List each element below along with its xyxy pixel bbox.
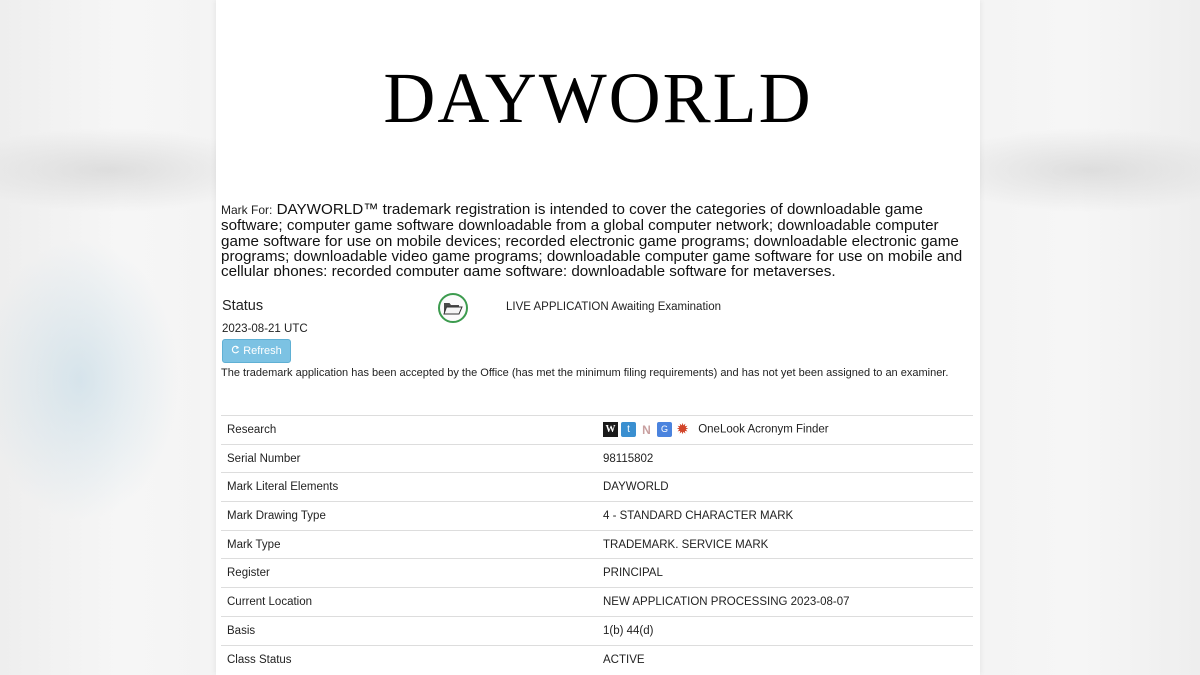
row-value: DAYWORLD: [597, 472, 973, 502]
table-row-research: Research W t N G ✹ OneLook Acronym Finde…: [221, 415, 973, 445]
open-folder-icon: [438, 293, 468, 323]
netflix-icon[interactable]: N: [639, 422, 654, 437]
status-text: LIVE APPLICATION Awaiting Examination: [506, 301, 721, 313]
row-key: Register: [221, 558, 597, 588]
status-description: The trademark application has been accep…: [221, 367, 949, 379]
row-value: 1(b) 44(d): [597, 615, 973, 645]
row-key: Current Location: [221, 587, 597, 617]
row-key: Basis: [221, 615, 597, 645]
status-label: Status: [222, 298, 264, 314]
row-value: W t N G ✹ OneLook Acronym Finder: [597, 415, 973, 445]
mark-for-label: Mark For:: [221, 203, 273, 217]
table-row: Serial Number 98115802: [221, 443, 973, 473]
row-key: Mark Drawing Type: [221, 501, 597, 531]
row-value: NEW APPLICATION PROCESSING 2023-08-07: [597, 587, 973, 617]
mark-image: DAYWORLD: [383, 58, 813, 138]
refresh-icon: [231, 345, 240, 357]
table-row: Mark Literal Elements DAYWORLD: [221, 472, 973, 502]
row-value: 4 - STANDARD CHARACTER MARK: [597, 501, 973, 531]
row-value: ACTIVE: [597, 644, 973, 674]
row-value: 98115802: [597, 443, 973, 473]
table-row: Basis 1(b) 44(d): [221, 615, 973, 645]
row-key: Research: [221, 415, 597, 445]
status-date: 2023-08-21 UTC: [222, 323, 308, 335]
details-table: Research W t N G ✹ OneLook Acronym Finde…: [221, 415, 973, 674]
table-row: Mark Drawing Type 4 - STANDARD CHARACTER…: [221, 501, 973, 531]
row-key: Mark Literal Elements: [221, 472, 597, 502]
star-icon[interactable]: ✹: [675, 422, 690, 437]
row-key: Class Status: [221, 644, 597, 674]
row-value: PRINCIPAL: [597, 558, 973, 588]
translate-icon[interactable]: G: [657, 422, 672, 438]
wikipedia-icon[interactable]: W: [603, 422, 618, 438]
row-key: Mark Type: [221, 529, 597, 559]
table-row: Register PRINCIPAL: [221, 558, 973, 588]
refresh-button[interactable]: Refresh: [222, 339, 291, 363]
twitter-icon[interactable]: t: [621, 422, 636, 438]
row-key: Serial Number: [221, 443, 597, 473]
refresh-label: Refresh: [243, 345, 282, 357]
trademark-page: DAYWORLD Mark For: DAYWORLD™ trademark r…: [216, 0, 980, 675]
research-icons: W t N G ✹: [603, 422, 690, 438]
mark-for-text: DAYWORLD™ trademark registration is inte…: [221, 202, 963, 276]
table-row: Mark Type TRADEMARK. SERVICE MARK: [221, 529, 973, 559]
onelook-link[interactable]: OneLook Acronym Finder: [698, 424, 828, 436]
table-row: Class Status ACTIVE: [221, 644, 973, 674]
table-row: Current Location NEW APPLICATION PROCESS…: [221, 587, 973, 617]
mark-for-section: Mark For: DAYWORLD™ trademark registrati…: [221, 202, 969, 276]
row-value: TRADEMARK. SERVICE MARK: [597, 529, 973, 559]
